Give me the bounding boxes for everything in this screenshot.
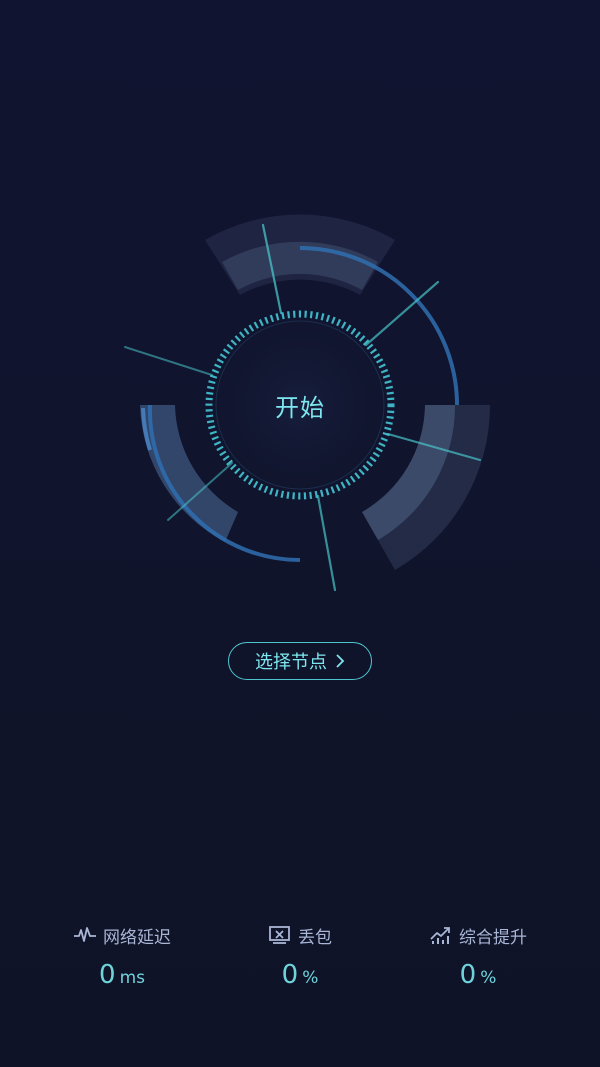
- stat-packet-loss: 丢包 0 %: [200, 920, 400, 990]
- select-node-button[interactable]: 选择节点: [228, 642, 372, 680]
- stat-latency-value: 0: [99, 960, 116, 990]
- packet-loss-icon: [268, 924, 292, 946]
- stat-boost-value: 0: [459, 960, 477, 990]
- stat-latency-label: 网络延迟: [103, 927, 171, 948]
- stat-packet-loss-value: 0: [281, 960, 299, 990]
- stat-latency-unit: ms: [119, 968, 145, 988]
- select-node-label: 选择节点: [255, 652, 327, 673]
- chevron-right-icon: [335, 653, 345, 669]
- stats-bar: 网络延迟 0 ms 丢包 0 % 综合提升 0 %: [0, 920, 600, 1000]
- stat-boost-unit: %: [480, 968, 497, 988]
- stat-packet-loss-label: 丢包: [298, 927, 332, 948]
- speed-dial-graphic: [124, 214, 491, 592]
- stat-boost: 综合提升 0 %: [378, 920, 578, 990]
- stat-latency: 网络延迟 0 ms: [22, 920, 222, 990]
- start-button[interactable]: 开始: [240, 388, 360, 423]
- pulse-icon: [73, 924, 97, 946]
- stat-boost-label: 综合提升: [459, 927, 527, 948]
- stat-packet-loss-unit: %: [302, 968, 319, 988]
- trend-up-icon: [429, 924, 453, 946]
